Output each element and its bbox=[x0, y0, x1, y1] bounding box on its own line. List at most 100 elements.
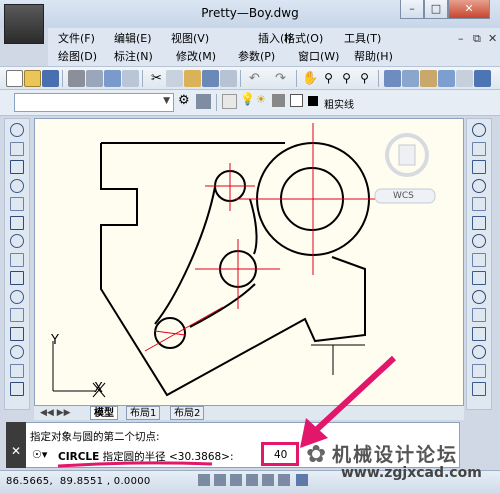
menu-modify[interactable]: 修改(M) bbox=[176, 49, 216, 64]
draw-tool-icon[interactable] bbox=[10, 197, 24, 211]
snap-toggle-icon[interactable] bbox=[198, 474, 210, 486]
plot-icon[interactable] bbox=[122, 70, 139, 87]
layer-state-icon[interactable] bbox=[196, 94, 211, 109]
coordinates-readout[interactable]: 86.5665, 89.8551 , 0.0000 bbox=[6, 476, 151, 487]
lock-icon[interactable] bbox=[272, 94, 285, 107]
layer-color-swatch[interactable] bbox=[290, 94, 303, 107]
viewcube[interactable] bbox=[385, 133, 429, 177]
draw-tool-icon[interactable] bbox=[10, 345, 24, 359]
menu-window[interactable]: 窗口(W) bbox=[298, 49, 339, 64]
draw-tool-icon[interactable] bbox=[10, 326, 24, 341]
draw-tool-icon[interactable] bbox=[10, 123, 24, 137]
draw-tool-icon[interactable] bbox=[10, 363, 24, 378]
menu-file[interactable]: 文件(F) bbox=[58, 31, 95, 46]
modify-tool-icon[interactable] bbox=[472, 141, 486, 156]
draw-tool-icon[interactable] bbox=[10, 178, 24, 193]
draw-tool-icon[interactable] bbox=[10, 215, 24, 230]
modify-tool-icon[interactable] bbox=[472, 215, 486, 230]
draw-tool-icon[interactable] bbox=[10, 234, 24, 248]
modify-tool-icon[interactable] bbox=[472, 363, 486, 378]
sun-icon[interactable]: ☀ bbox=[256, 93, 266, 106]
copy-icon[interactable] bbox=[166, 70, 183, 87]
sheet-set-icon[interactable] bbox=[438, 70, 455, 87]
layer-current-icon[interactable] bbox=[222, 94, 237, 109]
modify-tool-icon[interactable] bbox=[472, 345, 486, 359]
save-icon[interactable] bbox=[42, 70, 59, 87]
menu-view[interactable]: 视图(V) bbox=[171, 31, 209, 46]
command-options-icon[interactable]: ☉▾ bbox=[32, 448, 47, 461]
print-icon[interactable] bbox=[68, 70, 85, 87]
layer-properties-icon[interactable]: ⚙ bbox=[178, 93, 190, 108]
zoom-realtime-icon[interactable]: ⚲ bbox=[320, 70, 337, 87]
new-file-icon[interactable] bbox=[6, 70, 23, 87]
pan-icon[interactable]: ✋ bbox=[302, 70, 319, 87]
close-command-icon[interactable]: ✕ bbox=[11, 444, 21, 458]
modify-tool-icon[interactable] bbox=[472, 308, 486, 322]
maximize-button[interactable]: □ bbox=[424, 0, 448, 19]
modify-tool-icon[interactable] bbox=[472, 178, 486, 193]
markup-icon[interactable] bbox=[456, 70, 473, 87]
radius-input[interactable]: 40 bbox=[261, 442, 299, 466]
redo-icon[interactable]: ↷ bbox=[272, 70, 289, 87]
menu-parameters[interactable]: 参数(P) bbox=[238, 49, 275, 64]
undo-icon[interactable]: ↶ bbox=[246, 70, 263, 87]
centerline-lower-short bbox=[154, 330, 186, 336]
tab-model[interactable]: 模型 bbox=[90, 406, 118, 420]
publish-icon[interactable] bbox=[104, 70, 121, 87]
open-file-icon[interactable] bbox=[24, 70, 41, 87]
draw-tool-icon[interactable] bbox=[10, 252, 24, 267]
tab-layout2[interactable]: 布局2 bbox=[170, 406, 205, 420]
tool-palettes-icon[interactable] bbox=[420, 70, 437, 87]
mdi-close-icon[interactable]: ✕ bbox=[488, 32, 497, 45]
tab-nav-icon[interactable]: ◀◀ ▶▶ bbox=[40, 408, 71, 418]
grid-toggle-icon[interactable] bbox=[214, 474, 226, 486]
polar-toggle-icon[interactable] bbox=[246, 474, 258, 486]
zoom-window-icon[interactable]: ⚲ bbox=[338, 70, 355, 87]
modify-tool-icon[interactable] bbox=[472, 326, 486, 341]
draw-tool-icon[interactable] bbox=[10, 308, 24, 322]
osnap-toggle-icon[interactable] bbox=[262, 474, 274, 486]
command-line-grip[interactable]: ✕ bbox=[6, 422, 26, 468]
block-editor-icon[interactable] bbox=[220, 70, 237, 87]
minimize-button[interactable]: – bbox=[400, 0, 424, 19]
print-preview-icon[interactable] bbox=[86, 70, 103, 87]
layer-combo-box[interactable]: ▼ bbox=[14, 93, 174, 112]
mdi-restore-icon[interactable]: ⧉ bbox=[473, 32, 481, 46]
properties-icon[interactable] bbox=[384, 70, 401, 87]
zoom-previous-icon[interactable]: ⚲ bbox=[356, 70, 373, 87]
draw-tool-icon[interactable] bbox=[10, 382, 24, 396]
draw-tool-icon[interactable] bbox=[10, 289, 24, 304]
modify-tool-icon[interactable] bbox=[472, 382, 486, 396]
draw-tool-icon[interactable] bbox=[10, 141, 24, 156]
menu-format[interactable]: 格式(O) bbox=[284, 31, 323, 46]
mdi-minimize-icon[interactable]: – bbox=[458, 32, 464, 45]
ortho-toggle-icon[interactable] bbox=[230, 474, 242, 486]
menu-edit[interactable]: 编辑(E) bbox=[114, 31, 152, 46]
close-button[interactable]: ✕ bbox=[448, 0, 490, 19]
paste-icon[interactable] bbox=[184, 70, 201, 87]
menu-help[interactable]: 帮助(H) bbox=[354, 49, 393, 64]
draw-tool-icon[interactable] bbox=[10, 160, 24, 174]
modify-tool-icon[interactable] bbox=[472, 234, 486, 248]
match-properties-icon[interactable] bbox=[202, 70, 219, 87]
menu-draw[interactable]: 绘图(D) bbox=[58, 49, 97, 64]
modify-tool-icon[interactable] bbox=[472, 160, 486, 174]
forum-logo-icon: ✿ bbox=[306, 440, 327, 468]
menu-dimension[interactable]: 标注(N) bbox=[114, 49, 153, 64]
draw-tool-icon[interactable] bbox=[10, 271, 24, 285]
tab-layout1[interactable]: 布局1 bbox=[126, 406, 161, 420]
ducs-toggle-icon[interactable] bbox=[296, 474, 308, 486]
otrack-toggle-icon[interactable] bbox=[278, 474, 290, 486]
design-center-icon[interactable] bbox=[402, 70, 419, 87]
application-menu-icon[interactable] bbox=[4, 4, 44, 44]
modify-tool-icon[interactable] bbox=[472, 289, 486, 304]
menu-tools[interactable]: 工具(T) bbox=[344, 31, 381, 46]
modify-tool-icon[interactable] bbox=[472, 252, 486, 267]
linetype-label[interactable]: 粗实线 bbox=[324, 96, 354, 111]
lightbulb-icon[interactable]: 💡 bbox=[240, 92, 255, 106]
modify-tool-icon[interactable] bbox=[472, 123, 486, 137]
modify-tool-icon[interactable] bbox=[472, 197, 486, 211]
calculator-icon[interactable] bbox=[474, 70, 491, 87]
cut-icon[interactable]: ✂ bbox=[148, 70, 165, 87]
modify-tool-icon[interactable] bbox=[472, 271, 486, 285]
